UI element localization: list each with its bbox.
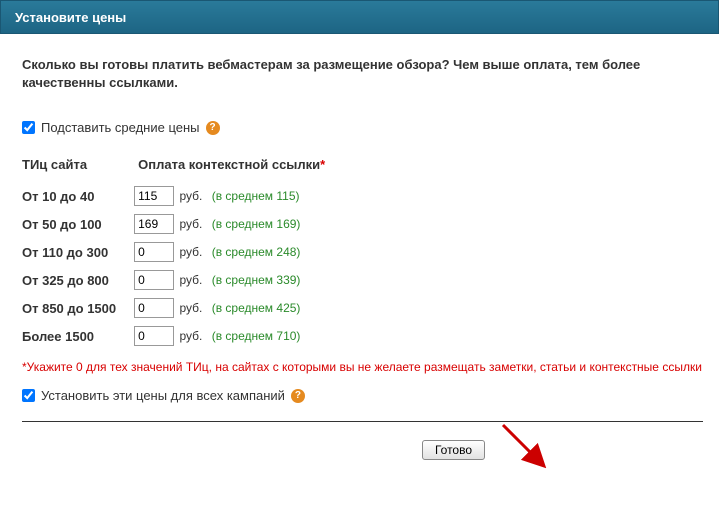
range-label: Более 1500 [22,322,134,350]
average-hint: (в среднем 710) [212,329,301,343]
option-average-prices-label: Подставить средние цены [41,120,200,135]
option-all-campaigns-label: Установить эти цены для всех кампаний [41,388,285,403]
average-hint: (в среднем 339) [212,273,301,287]
average-hint: (в среднем 425) [212,301,301,315]
price-input[interactable] [134,298,174,318]
panel-title: Установите цены [15,10,126,25]
panel-body: Сколько вы готовы платить вебмастерам за… [0,34,719,470]
option-all-campaigns-checkbox[interactable] [22,389,35,402]
option-all-campaigns: Установить эти цены для всех кампаний ? [22,388,705,403]
average-hint: (в среднем 115) [212,189,300,203]
col-header-pay: Оплата контекстной ссылки* [134,153,325,182]
submit-button[interactable]: Готово [422,440,485,460]
average-hint: (в среднем 169) [212,217,301,231]
price-input[interactable] [134,214,174,234]
currency-label: руб. [179,245,202,259]
range-label: От 325 до 800 [22,266,134,294]
help-icon[interactable]: ? [291,389,305,403]
currency-label: руб. [179,273,202,287]
table-row: От 110 до 300 руб. (в среднем 248) [22,238,325,266]
col-header-tic: ТИц сайта [22,153,134,182]
range-label: От 10 до 40 [22,182,134,210]
price-input[interactable] [134,326,174,346]
currency-label: руб. [179,217,202,231]
prices-table: ТИц сайта Оплата контекстной ссылки* От … [22,153,325,350]
panel-header: Установите цены [0,0,719,34]
price-input[interactable] [134,242,174,262]
option-average-prices: Подставить средние цены ? [22,120,705,135]
table-row: От 50 до 100 руб. (в среднем 169) [22,210,325,238]
range-label: От 850 до 1500 [22,294,134,322]
currency-label: руб. [179,189,202,203]
table-row: От 850 до 1500 руб. (в среднем 425) [22,294,325,322]
currency-label: руб. [179,301,202,315]
help-icon[interactable]: ? [206,121,220,135]
option-average-prices-checkbox[interactable] [22,121,35,134]
currency-label: руб. [179,329,202,343]
divider [22,421,703,422]
table-row: От 325 до 800 руб. (в среднем 339) [22,266,325,294]
table-row: От 10 до 40 руб. (в среднем 115) [22,182,325,210]
price-input[interactable] [134,270,174,290]
footnote: *Укажите 0 для тех значений ТИц, на сайт… [22,360,705,374]
range-label: От 110 до 300 [22,238,134,266]
intro-text: Сколько вы готовы платить вебмастерам за… [22,56,705,92]
average-hint: (в среднем 248) [212,245,301,259]
table-row: Более 1500 руб. (в среднем 710) [22,322,325,350]
range-label: От 50 до 100 [22,210,134,238]
price-input[interactable] [134,186,174,206]
